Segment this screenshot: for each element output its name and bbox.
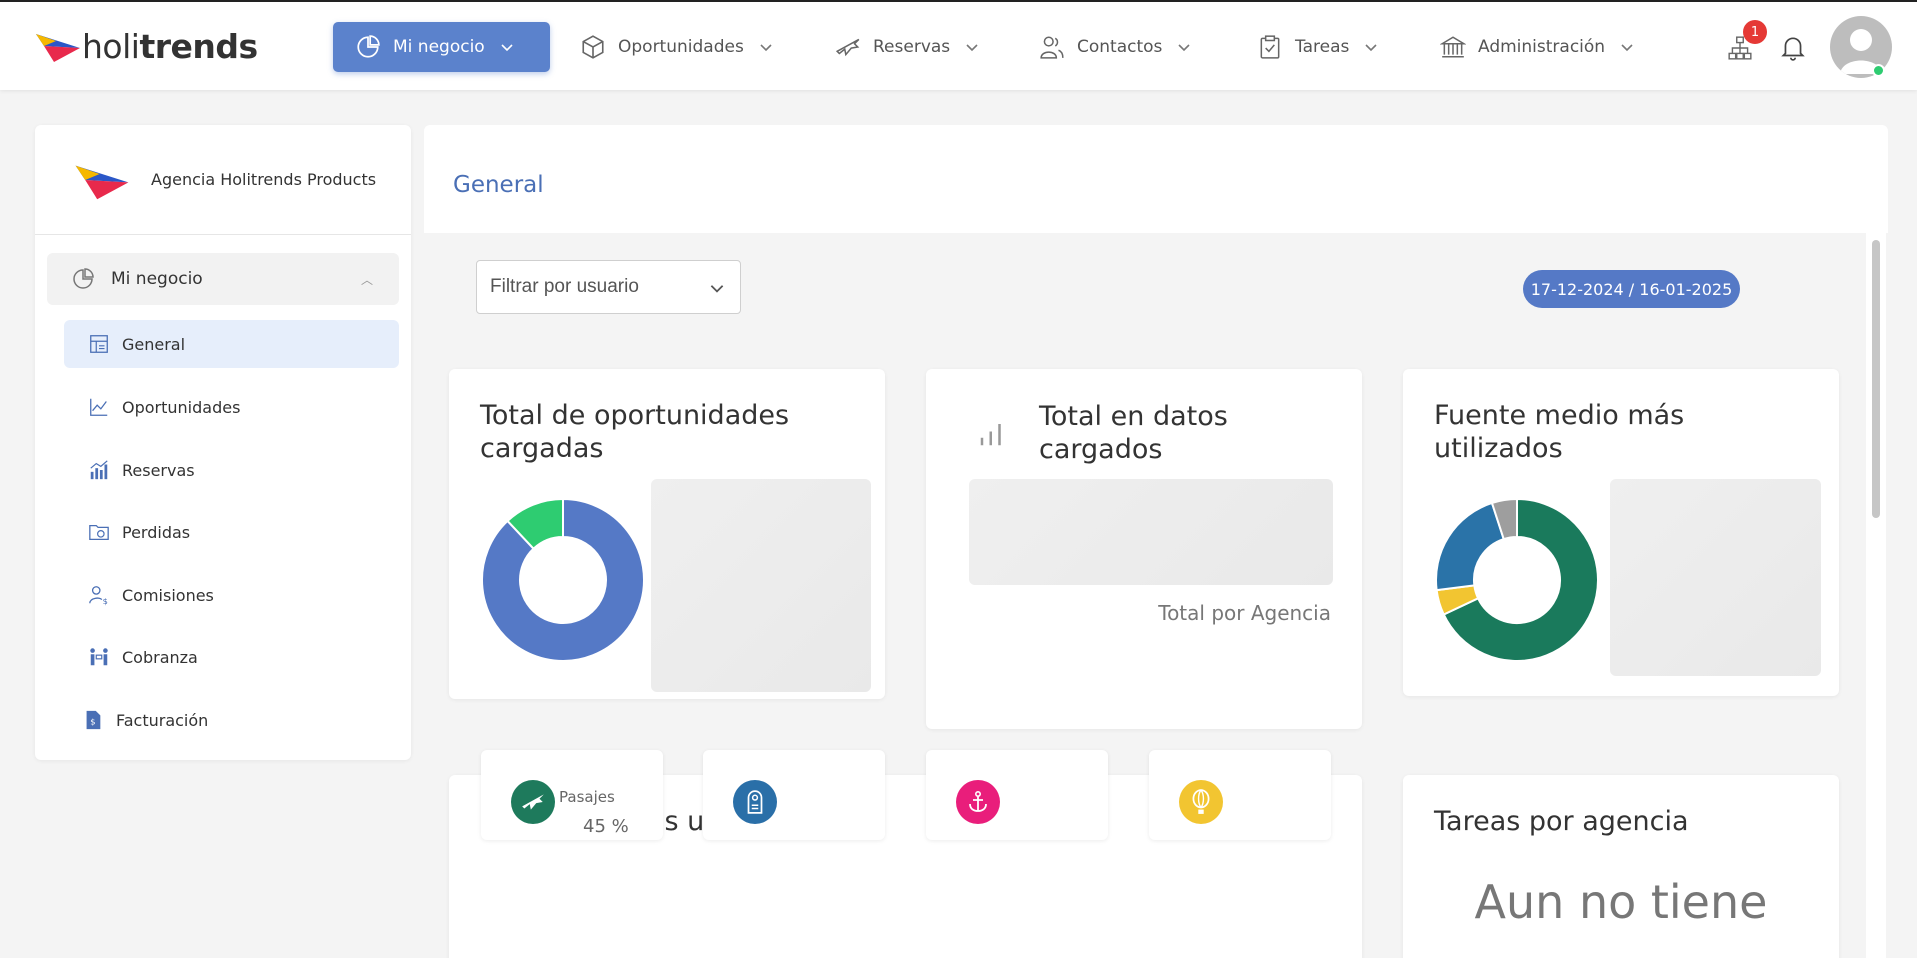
door-hanger-icon [733,780,777,824]
chevron-down-icon [1621,44,1633,52]
product-tile[interactable]: Pasajes 45 % [481,750,663,840]
user-dollar-icon: $ [89,586,108,606]
card-title: Total en datos cargados [1039,401,1228,465]
agency-name: Agencia Holitrends Products [151,170,377,189]
chevron-up-icon: ︿ [360,272,373,287]
card-title: Fuente medio más utilizados [1434,400,1685,464]
nav-administracion[interactable]: Administración [1440,22,1635,72]
source-card: Fuente medio más utilizados [1403,369,1839,696]
card-title: Total de oportunidades cargadas [480,400,790,464]
sidebar-item-label: Perdidas [122,522,191,542]
chevron-down-icon [760,44,772,52]
bar-chart-icon [90,460,108,480]
sidebar-item-oportunidades[interactable]: Oportunidades [64,383,399,431]
line-chart-icon [90,398,108,416]
sidebar-item-perdidas[interactable]: Perdidas [64,508,399,556]
anchor-icon [956,780,1000,824]
chevron-down-icon [1178,44,1190,52]
tasks-card: Tareas por agencia Aun no tiene [1403,775,1839,958]
nav-label: Mi negocio [393,37,485,57]
contacts-icon [1040,36,1064,59]
invoice-icon: $ [86,710,101,730]
data-placeholder [969,479,1333,585]
nav-label: Administración [1478,37,1606,57]
product-tile[interactable] [703,750,885,840]
logo-text: holitrends [82,26,258,66]
product-percent: 45 % [583,816,629,837]
agency-logo-icon [75,165,129,199]
main-header: General [424,125,1888,233]
opportunities-donut-chart [481,497,645,662]
box-icon [582,35,604,59]
holitrends-logo[interactable]: holitrends [34,26,258,66]
sidebar-item-general[interactable]: General [64,320,399,368]
sidebar-item-label: Oportunidades [122,397,241,417]
chevron-down-icon [501,44,513,52]
pie-chart-icon [73,268,94,289]
sidebar-item-reservas[interactable]: Reservas [64,446,399,494]
plane-icon [511,780,555,824]
product-label: Pasajes [559,788,615,806]
logo-bird-icon [36,34,80,62]
sidebar-item-label: General [122,334,186,354]
product-tile[interactable] [926,750,1108,840]
opportunities-card: Total de oportunidades cargadas [449,369,885,699]
chart-legend-placeholder [1610,479,1821,676]
nav-label: Oportunidades [618,37,744,57]
sidebar-item-label: Facturación [116,710,209,730]
sidebar-group-label: Mi negocio [111,269,203,289]
folder-money-icon [89,524,109,540]
chart-legend-placeholder [651,479,871,692]
chevron-down-icon [1365,44,1377,52]
svg-text:$: $ [103,596,108,606]
nav-label: Contactos [1077,37,1163,57]
nav-contactos[interactable]: Contactos [1039,22,1192,72]
sidebar-item-label: Comisiones [122,585,214,605]
sidebar-item-label: Cobranza [122,647,198,667]
pie-chart-icon [357,35,380,58]
empty-state-text: Aun no tiene [1474,875,1768,929]
chevron-down-icon [966,44,978,52]
chevron-down-icon [710,285,724,293]
nav-label: Reservas [873,37,951,57]
nav-oportunidades[interactable]: Oportunidades [580,22,774,72]
hot-air-balloon-icon [1179,780,1223,824]
sidebar-group-mi-negocio[interactable]: Mi negocio ︿ [47,253,399,305]
clipboard-check-icon [1260,35,1280,59]
source-donut-chart [1435,497,1599,662]
card-subtitle: Total por Agencia [1158,601,1331,625]
sidebar-item-facturacion[interactable]: $ Facturación [64,696,399,744]
signal-bars-icon [980,424,1001,446]
payment-people-icon [90,648,108,666]
bell-icon[interactable] [1780,34,1806,62]
scrollbar-thumb[interactable] [1872,240,1880,518]
date-range-badge[interactable]: 17-12-2024 / 16-01-2025 [1523,270,1740,308]
notification-badge: 1 [1743,20,1767,44]
bank-icon [1440,36,1466,58]
donut-slice[interactable] [1435,501,1505,592]
sidebar-item-comisiones[interactable]: $ Comisiones [64,571,399,619]
svg-text:$: $ [90,717,95,727]
plane-icon [835,38,860,57]
nav-tareas[interactable]: Tareas [1257,22,1379,72]
sidebar: Agencia Holitrends Products Mi negocio ︿… [35,125,411,760]
agency-header: Agencia Holitrends Products [35,125,411,235]
filter-placeholder: Filtrar por usuario [490,276,639,297]
calendar-grid-icon [90,335,108,353]
nav-mi-negocio[interactable]: Mi negocio [333,22,550,72]
sidebar-item-label: Reservas [122,460,195,480]
page-title: General [453,172,544,198]
nav-reservas[interactable]: Reservas [835,22,980,72]
nav-label: Tareas [1295,37,1350,57]
user-filter-select[interactable]: Filtrar por usuario [476,260,741,314]
card-title: Tareas por agencia [1434,806,1689,837]
product-tile[interactable] [1149,750,1331,840]
top-navbar: holitrends Mi negocio Oportunidades Rese… [0,0,1917,90]
online-status-dot [1872,64,1885,77]
sidebar-item-cobranza[interactable]: Cobranza [64,633,399,681]
data-loaded-card: Total en datos cargados Total por Agenci… [926,369,1362,729]
